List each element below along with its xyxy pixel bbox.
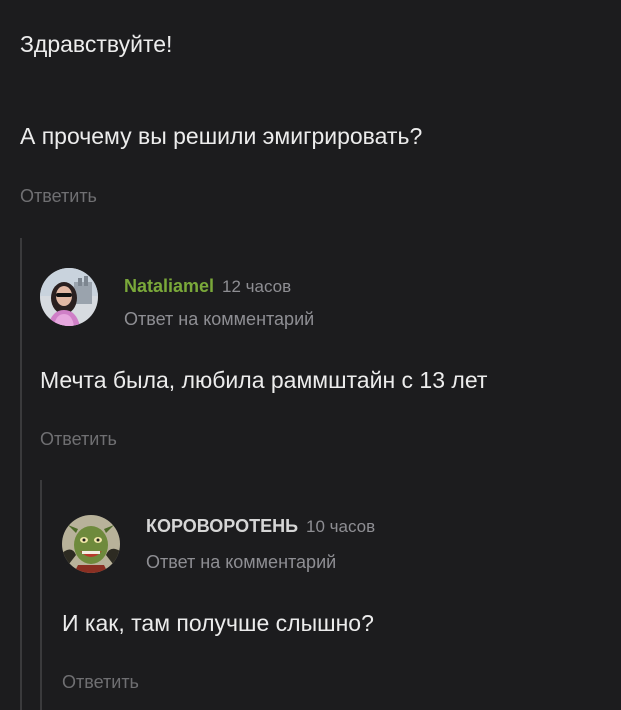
thread-line xyxy=(40,480,42,710)
reply-button[interactable]: Ответить xyxy=(62,672,139,693)
author-name[interactable]: КОРОВОРОТЕНЬ xyxy=(146,516,298,536)
comment-text: И как, там получше слышно? xyxy=(62,610,374,636)
comment-author[interactable]: КОРОВОРОТЕНЬ 10 часов xyxy=(146,516,375,537)
avatar-photo-icon xyxy=(40,268,98,326)
thread-line xyxy=(20,238,22,710)
comment-time: 10 часов xyxy=(306,517,376,536)
author-name[interactable]: Nataliamel xyxy=(124,276,214,296)
avatar[interactable] xyxy=(62,515,120,573)
avatar[interactable] xyxy=(40,268,98,326)
avatar-goblin-icon xyxy=(62,515,120,573)
reply-context: Ответ на комментарий xyxy=(146,552,337,572)
comment-text: Мечта была, любила раммштайн с 13 лет xyxy=(40,367,488,393)
comment-question: А прочему вы решили эмигрировать? xyxy=(20,123,423,149)
comment-time: 12 часов xyxy=(222,277,292,296)
comment-greeting: Здравствуйте! xyxy=(20,31,173,57)
comment-author[interactable]: Nataliamel 12 часов xyxy=(124,276,291,297)
reply-button[interactable]: Ответить xyxy=(40,429,117,450)
reply-button[interactable]: Ответить xyxy=(20,186,97,207)
reply-context: Ответ на комментарий xyxy=(124,309,315,329)
